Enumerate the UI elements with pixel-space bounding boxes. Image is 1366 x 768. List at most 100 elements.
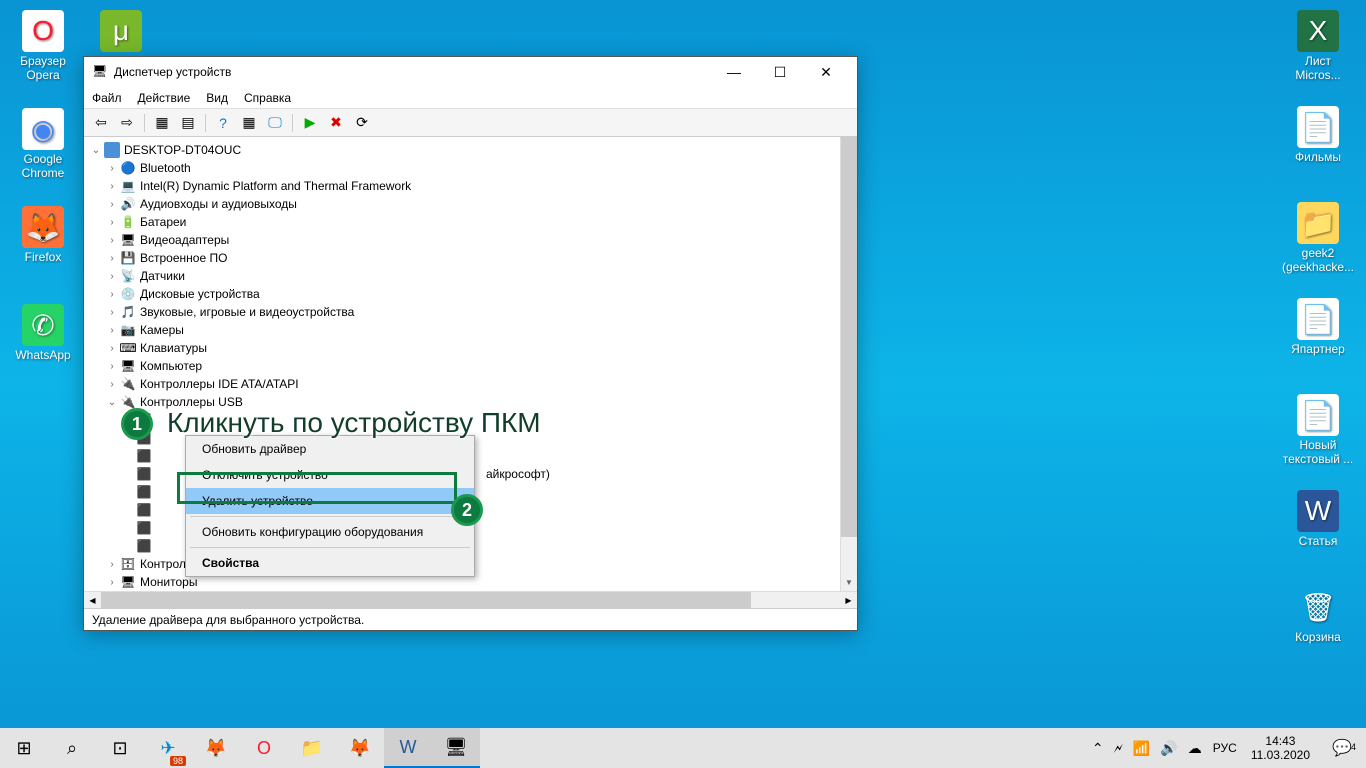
h-scroll-thumb[interactable] [101,592,751,608]
tree-category[interactable]: ›📡Датчики [84,267,840,285]
opera-icon: O [22,10,64,52]
tree-category[interactable]: ›🔵Bluetooth [84,159,840,177]
taskbar-device-manager[interactable]: 🖥 [432,728,480,768]
expander-icon[interactable]: › [104,559,120,570]
desktop-icon-opera[interactable]: OБраузерOpera [5,10,81,82]
forward-button[interactable]: ⇨ [116,112,138,134]
menu-action[interactable]: Действие [138,91,191,105]
tree-category[interactable]: ›🖥Видеоадаптеры [84,231,840,249]
context-menu-item[interactable]: Удалить устройство [186,488,474,514]
update-icon[interactable]: ⟳ [351,112,373,134]
start-button[interactable]: ⊞ [0,728,48,768]
tree-category[interactable]: ›💻Intel(R) Dynamic Platform and Thermal … [84,177,840,195]
task-view-button[interactable]: ⊡ [96,728,144,768]
scroll-left-arrow[interactable]: ◀ [84,592,101,608]
tree-category[interactable]: ›🔌Контроллеры IDE ATA/ATAPI [84,375,840,393]
tree-root[interactable]: ⌄ DESKTOP-DT04OUC [84,141,840,159]
desktop-icon-word[interactable]: WСтатья [1280,490,1356,548]
expander-icon[interactable]: › [104,325,120,336]
tree-category[interactable]: ›📷Камеры [84,321,840,339]
search-button[interactable]: ⌕ [48,728,96,768]
expander-icon[interactable]: › [104,271,120,282]
language-indicator[interactable]: РУС [1207,728,1243,768]
desktop-icon-geek2[interactable]: 📁geek2(geekhacke... [1280,202,1356,274]
horizontal-scrollbar[interactable]: ◀ ▶ [84,591,857,608]
taskbar-word[interactable]: W [384,728,432,768]
scroll-right-arrow[interactable]: ▶ [840,592,857,608]
wifi-icon[interactable]: 📶 [1128,740,1155,757]
scan-icon[interactable]: ▦ [238,112,260,134]
volume-icon[interactable]: 🔊 [1155,740,1182,757]
close-button[interactable]: ✕ [803,57,849,87]
scroll-down-arrow[interactable]: ▼ [841,574,857,591]
expander-icon[interactable]: › [104,289,120,300]
expander-icon[interactable]: › [104,307,120,318]
titlebar[interactable]: 🖥 Диспетчер устройств — ☐ ✕ [84,57,857,87]
tree-category[interactable]: ›💿Дисковые устройства [84,285,840,303]
desktop-icon-newtext[interactable]: 📄Новыйтекстовый ... [1280,394,1356,466]
expander-icon[interactable]: › [104,181,120,192]
monitor-icon[interactable]: 🖵 [264,112,286,134]
taskbar-explorer[interactable]: 📁 [288,728,336,768]
tree-category[interactable]: ›🎵Звуковые, игровые и видеоустройства [84,303,840,321]
desktop-icon-yapartner[interactable]: 📄Япартнер [1280,298,1356,356]
icon-label: БраузерOpera [20,54,66,82]
category-icon: 🖥 [120,574,136,590]
context-menu-item[interactable]: Свойства [186,550,474,576]
tree-category[interactable]: ›🔊Аудиовходы и аудиовыходы [84,195,840,213]
show-hidden-icon[interactable]: ▦ [151,112,173,134]
desktop-icon-trash[interactable]: 🗑Корзина [1280,586,1356,644]
minimize-button[interactable]: — [711,57,757,87]
tree-category[interactable]: ›🖥Компьютер [84,357,840,375]
category-icon: 🔊 [120,196,136,212]
tree-category[interactable]: ›⌨Клавиатуры [84,339,840,357]
expander-icon[interactable]: ⌄ [104,397,120,408]
menu-file[interactable]: Файл [92,91,122,105]
expander-icon[interactable]: › [104,253,120,264]
menu-view[interactable]: Вид [206,91,228,105]
taskbar-telegram[interactable]: ✈98 [144,728,192,768]
icon-label: Новыйтекстовый ... [1283,438,1354,466]
battery-icon[interactable]: 🗲 [1109,740,1128,757]
uninstall-icon[interactable]: ✖ [325,112,347,134]
context-menu-item[interactable]: Обновить конфигурацию оборудования [186,519,474,545]
properties-icon[interactable]: ▤ [177,112,199,134]
menu-help[interactable]: Справка [244,91,291,105]
desktop-icon-chrome[interactable]: ◉GoogleChrome [5,108,81,180]
icon-label: Статья [1299,534,1338,548]
desktop-icon-utorrent[interactable]: μ [83,10,159,54]
taskbar-firefox-2[interactable]: 🦊 [336,728,384,768]
desktop-icon-whatsapp[interactable]: ✆WhatsApp [5,304,81,362]
expander-icon[interactable]: › [104,361,120,372]
expander-icon[interactable]: › [104,577,120,588]
clock[interactable]: 14:43 11.03.2020 [1243,734,1318,762]
expander-icon[interactable]: › [104,235,120,246]
icon-label: Firefox [25,250,62,264]
back-button[interactable]: ⇦ [90,112,112,134]
help-icon[interactable]: ? [212,112,234,134]
desktop-icon-films[interactable]: 📄Фильмы [1280,106,1356,164]
onedrive-icon[interactable]: ☁ [1183,740,1207,757]
taskbar-opera[interactable]: O [240,728,288,768]
expander-icon[interactable]: › [104,217,120,228]
expander-icon[interactable]: ⌄ [88,145,104,156]
vertical-scrollbar[interactable]: ▲ ▼ [840,137,857,591]
maximize-button[interactable]: ☐ [757,57,803,87]
context-menu-item[interactable]: Обновить драйвер [186,436,474,462]
expander-icon[interactable]: › [104,163,120,174]
expander-icon[interactable]: › [104,199,120,210]
desktop-icon-firefox[interactable]: 🦊Firefox [5,206,81,264]
enable-icon[interactable]: ▶ [299,112,321,134]
tree-category[interactable]: ›🔋Батареи [84,213,840,231]
desktop-icon-excel[interactable]: XЛистMicros... [1280,10,1356,82]
taskbar-firefox[interactable]: 🦊 [192,728,240,768]
expander-icon[interactable]: › [104,379,120,390]
category-icon: 🗄 [120,556,136,572]
tray-expand-icon[interactable]: ⌃ [1087,740,1109,757]
scroll-thumb[interactable] [841,137,857,537]
context-menu-item[interactable]: Отключить устройство [186,462,474,488]
category-icon: 💻 [120,178,136,194]
notification-center[interactable]: 💬4 [1318,738,1366,758]
tree-category[interactable]: ›💾Встроенное ПО [84,249,840,267]
expander-icon[interactable]: › [104,343,120,354]
